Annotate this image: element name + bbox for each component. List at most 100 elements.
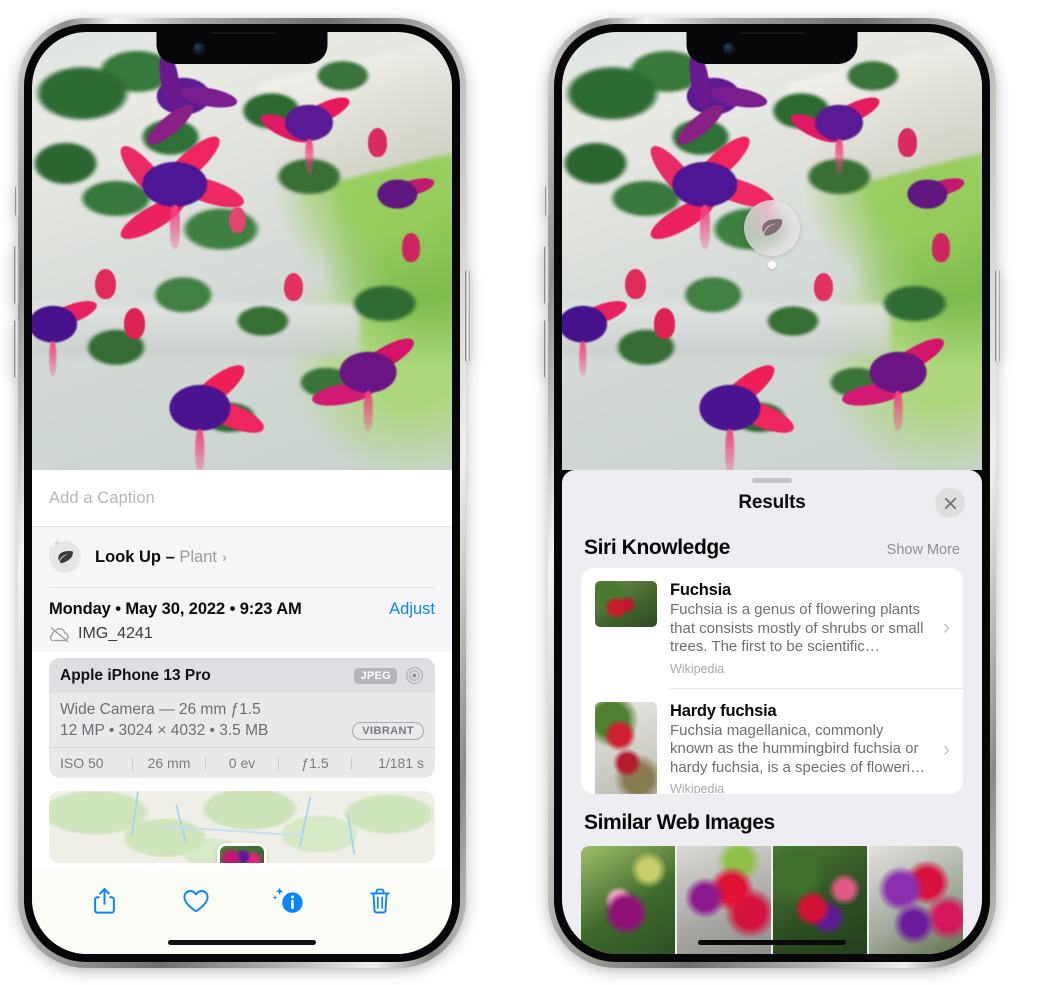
knowledge-row[interactable]: Hardy fuchsia Fuchsia magellanica, commo… bbox=[581, 689, 963, 794]
web-image-4[interactable] bbox=[869, 846, 963, 954]
exif-card[interactable]: Apple iPhone 13 Pro JPEG Wide Camera — 2… bbox=[49, 658, 435, 778]
iphone-right-device: Results Siri Knowledge Show More Fuchsia… bbox=[544, 18, 1000, 968]
knowledge-source: Wikipedia bbox=[670, 782, 725, 794]
photo-date: Monday • May 30, 2022 • 9:23 AM bbox=[49, 600, 302, 618]
home-indicator[interactable] bbox=[698, 940, 846, 945]
bloom bbox=[112, 129, 248, 250]
info-button[interactable] bbox=[266, 881, 310, 921]
flower-bud bbox=[368, 128, 387, 157]
similar-web-images-grid bbox=[562, 846, 982, 954]
leaf-icon bbox=[57, 550, 73, 563]
mute-switch[interactable] bbox=[15, 186, 19, 216]
iphone-left-device: Add a Caption Look Up – Plant › Monday •… bbox=[14, 18, 470, 968]
device-bezel: Add a Caption Look Up – Plant › Monday •… bbox=[24, 24, 460, 962]
exif-body: Wide Camera — 26 mm ƒ1.5 12 MP • 3024 × … bbox=[49, 693, 435, 747]
camera-device: Apple iPhone 13 Pro bbox=[60, 666, 211, 684]
web-image-2[interactable] bbox=[677, 846, 771, 954]
map-river bbox=[175, 804, 187, 844]
pin-thumbnail bbox=[220, 846, 264, 863]
visual-lookup-badge[interactable] bbox=[744, 200, 800, 269]
look-up-dash: – bbox=[161, 547, 180, 566]
delete-button[interactable] bbox=[358, 881, 402, 921]
cloud-slash-icon bbox=[49, 626, 69, 642]
caption-input[interactable]: Add a Caption bbox=[49, 489, 155, 508]
close-button[interactable] bbox=[935, 488, 965, 518]
left-screen: Add a Caption Look Up – Plant › Monday •… bbox=[32, 32, 452, 954]
bloom bbox=[309, 330, 422, 431]
power-button[interactable] bbox=[995, 270, 1000, 362]
exif-settings-row: ISO 50 26 mm 0 ev ƒ1.5 1/181 s bbox=[49, 747, 435, 778]
chevron-right-icon: › bbox=[943, 616, 950, 640]
leaf-badge bbox=[49, 541, 81, 573]
favorite-button[interactable] bbox=[174, 881, 218, 921]
similar-web-images-title: Similar Web Images bbox=[584, 811, 775, 834]
flower-bud bbox=[401, 233, 421, 262]
location-map-card[interactable] bbox=[49, 791, 435, 863]
results-title: Results bbox=[738, 492, 806, 513]
look-up-row[interactable]: Look Up – Plant › bbox=[32, 527, 452, 587]
bloom bbox=[32, 286, 100, 376]
flower-bud bbox=[229, 207, 247, 234]
look-up-subject: Plant bbox=[179, 547, 217, 566]
adjust-button[interactable]: Adjust bbox=[389, 600, 435, 619]
similar-web-images-header: Similar Web Images bbox=[562, 794, 982, 842]
bloom bbox=[562, 286, 630, 376]
bloom bbox=[663, 49, 770, 151]
web-image-1[interactable] bbox=[581, 846, 675, 954]
flower-bud bbox=[95, 268, 116, 300]
bloom bbox=[141, 358, 268, 470]
device-bezel: Results Siri Knowledge Show More Fuchsia… bbox=[554, 24, 990, 962]
mute-switch[interactable] bbox=[545, 186, 549, 216]
device-notch bbox=[686, 32, 858, 64]
flower-bud bbox=[814, 272, 833, 302]
photo-viewer-left[interactable] bbox=[32, 32, 452, 470]
map-road bbox=[164, 825, 304, 837]
exif-header: Apple iPhone 13 Pro JPEG bbox=[49, 658, 435, 693]
volume-up-button[interactable] bbox=[544, 246, 549, 304]
bloom bbox=[787, 85, 885, 175]
blooms-layer bbox=[32, 32, 452, 470]
fuchsia-photo[interactable] bbox=[32, 32, 452, 470]
earpiece-speaker bbox=[739, 32, 805, 34]
look-up-label: Look Up – Plant › bbox=[95, 548, 227, 567]
look-up-title: Look Up bbox=[95, 547, 161, 566]
fuchsia-thumbnail bbox=[595, 581, 657, 628]
visual-lookup-results-sheet: Results Siri Knowledge Show More Fuchsia… bbox=[562, 470, 982, 954]
chevron-right-icon: › bbox=[943, 738, 950, 762]
power-button[interactable] bbox=[465, 270, 470, 362]
knowledge-row[interactable]: Fuchsia Fuchsia is a genus of flowering … bbox=[581, 568, 963, 688]
device-notch bbox=[156, 32, 328, 64]
flower-bud bbox=[898, 128, 917, 157]
photo-viewer-right[interactable] bbox=[562, 32, 982, 470]
file-name: IMG_4241 bbox=[78, 625, 153, 642]
flower-bud bbox=[931, 233, 951, 262]
info-sparkle-icon bbox=[272, 887, 303, 913]
leaf-badge-circle[interactable] bbox=[744, 200, 800, 256]
front-camera bbox=[193, 43, 205, 54]
knowledge-title: Hardy fuchsia bbox=[670, 701, 777, 720]
bloom bbox=[671, 358, 798, 470]
aperture-icon bbox=[405, 666, 424, 685]
show-more-button[interactable]: Show More bbox=[887, 542, 960, 558]
share-button[interactable] bbox=[82, 881, 126, 921]
flower-bud bbox=[284, 272, 303, 302]
results-header: Results bbox=[562, 483, 982, 524]
volume-up-button[interactable] bbox=[14, 246, 19, 304]
knowledge-source: Wikipedia bbox=[670, 661, 725, 676]
volume-down-button[interactable] bbox=[544, 320, 549, 378]
photo-info-sheet: Add a Caption Look Up – Plant › Monday •… bbox=[32, 470, 452, 954]
volume-down-button[interactable] bbox=[14, 320, 19, 378]
front-camera bbox=[723, 43, 735, 54]
photo-pin[interactable] bbox=[217, 843, 267, 863]
screenshot-canvas: Add a Caption Look Up – Plant › Monday •… bbox=[0, 0, 1055, 985]
caption-row[interactable]: Add a Caption bbox=[32, 470, 452, 526]
earpiece-speaker bbox=[209, 32, 275, 34]
badge-anchor-dot bbox=[768, 261, 776, 269]
flower-bud bbox=[654, 307, 676, 339]
exif-shutter: 1/181 s bbox=[378, 755, 424, 771]
format-badge: JPEG bbox=[354, 667, 397, 684]
home-indicator[interactable] bbox=[168, 940, 316, 945]
map-river bbox=[298, 797, 311, 847]
web-image-3[interactable] bbox=[773, 846, 867, 954]
flower-bud bbox=[124, 307, 146, 339]
